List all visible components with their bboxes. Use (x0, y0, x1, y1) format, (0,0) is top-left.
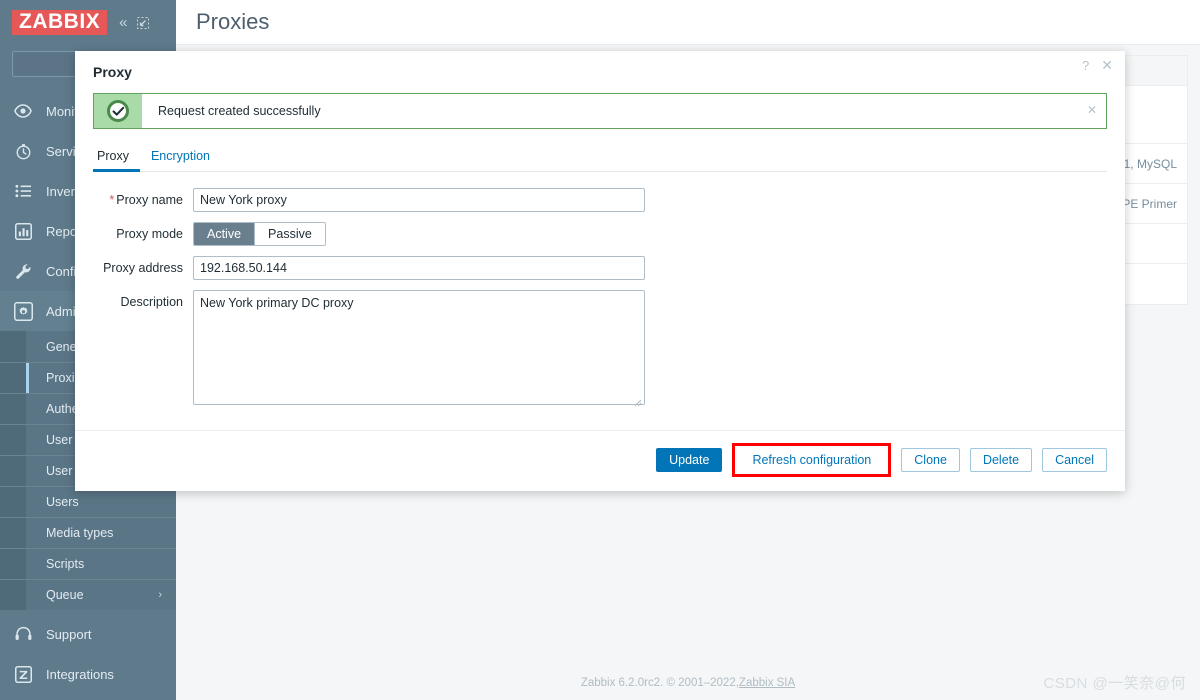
sidebar-item-scripts[interactable]: Scripts (0, 548, 176, 579)
description-textarea[interactable] (193, 290, 645, 405)
option-label: Active (207, 227, 242, 241)
modal-body: Request created successfully ✕ Proxy Enc… (75, 93, 1125, 408)
proxy-mode-option-passive[interactable]: Passive (255, 223, 325, 245)
watermark: CSDN @一笑奈@何 (1043, 675, 1186, 692)
proxy-mode-label: Proxy mode (116, 227, 183, 241)
check-circle-icon (107, 100, 129, 122)
sidebar-subitem-label: Scripts (46, 557, 85, 571)
sidebar-footer-nav: Support Integrations (0, 614, 176, 700)
gear-icon (12, 301, 34, 321)
proxy-name-input[interactable] (193, 188, 645, 212)
expand-pane-icon[interactable] (136, 16, 149, 29)
message-icon-cell (94, 94, 142, 128)
modal-header: Proxy ? ✕ (75, 51, 1125, 93)
tab-label: Proxy (97, 149, 129, 163)
page-title: Proxies (196, 9, 270, 34)
modal-title: Proxy (93, 64, 132, 80)
message-close-icon[interactable]: ✕ (1087, 103, 1097, 117)
description-wrap (193, 290, 645, 408)
proxy-mode-option-active[interactable]: Active (194, 223, 256, 245)
app-root: ZABBIX « Services Inventory Reports Gene… (0, 0, 1200, 700)
description-label: Description (120, 295, 183, 309)
chevron-right-icon: › (158, 589, 162, 601)
proxy-modal: Proxy ? ✕ Request created successfully ✕ (75, 51, 1125, 491)
sidebar-subitem-label: Users (46, 495, 79, 509)
sidebar-subitem-label: Media types (46, 526, 114, 540)
zabbix-z-icon (12, 665, 34, 683)
clock-icon (12, 143, 34, 160)
sidebar-item-label: Support (46, 626, 92, 642)
footer-version-text: Zabbix 6.2.0rc2. © 2001–2022, (580, 677, 739, 689)
modal-header-buttons: ? ✕ (1082, 58, 1113, 72)
proxy-address-input[interactable] (193, 256, 645, 280)
proxy-address-label: Proxy address (103, 261, 183, 275)
field-description: Description (93, 290, 1107, 408)
sidebar-subitem-label: Queue (46, 588, 84, 602)
cancel-button[interactable]: Cancel (1042, 448, 1107, 472)
option-label: Passive (268, 227, 312, 241)
field-proxy-mode: Proxy mode Active Passive (93, 222, 1107, 246)
required-asterisk: * (109, 193, 115, 207)
headset-icon (12, 626, 34, 642)
tab-label: Encryption (150, 149, 211, 163)
proxy-name-label: * Proxy name (93, 188, 193, 212)
success-message: Request created successfully ✕ (93, 93, 1107, 129)
clone-button[interactable]: Clone (901, 448, 960, 472)
sidebar-item-media-types[interactable]: Media types (0, 517, 176, 548)
modal-tabs: Proxy Encryption (93, 142, 1107, 172)
refresh-configuration-button[interactable]: Refresh configuration (739, 448, 885, 472)
tab-encryption[interactable]: Encryption (140, 149, 221, 171)
message-text: Request created successfully (158, 104, 321, 118)
chevron-double-left-icon[interactable]: « (119, 15, 127, 30)
zabbix-logo[interactable]: ZABBIX (12, 10, 108, 35)
question-mark-icon[interactable]: ? (1082, 59, 1089, 72)
proxy-mode-toggle: Active Passive (193, 222, 326, 246)
sidebar-item-label: Integrations (46, 666, 114, 682)
field-proxy-name: * Proxy name (93, 188, 1107, 212)
sidebar-item-queue[interactable]: Queue › (0, 579, 176, 610)
main-header: Proxies (176, 0, 1200, 45)
close-icon[interactable]: ✕ (1101, 58, 1113, 72)
label-text: Proxy name (116, 193, 183, 207)
refresh-configuration-highlight: Refresh configuration (732, 443, 892, 477)
field-proxy-address: Proxy address (93, 256, 1107, 280)
sidebar-controls: « (119, 15, 149, 30)
sidebar-header: ZABBIX « (0, 0, 176, 45)
delete-button[interactable]: Delete (969, 448, 1033, 472)
list-icon (12, 184, 34, 198)
eye-icon (12, 104, 34, 118)
wrench-icon (12, 263, 34, 280)
modal-footer: Update Refresh configuration Clone Delet… (75, 430, 1125, 491)
tab-proxy[interactable]: Proxy (93, 149, 140, 172)
sidebar-item-support[interactable]: Support (0, 614, 176, 654)
update-button[interactable]: Update (656, 448, 723, 472)
sidebar-item-integrations[interactable]: Integrations (0, 654, 176, 694)
bar-chart-icon (12, 222, 34, 240)
footer-link-zabbix-sia[interactable]: Zabbix SIA (739, 677, 795, 689)
